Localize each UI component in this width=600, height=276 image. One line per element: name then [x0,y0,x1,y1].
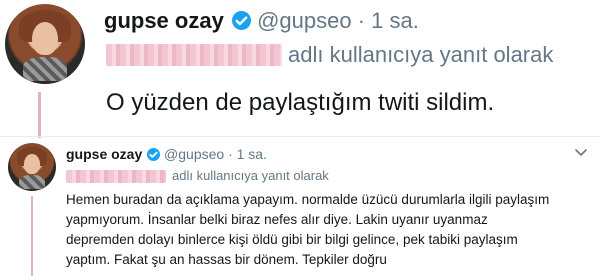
timestamp[interactable]: · 1 sa. [358,8,419,33]
timestamp[interactable]: · 1 sa. [228,146,267,162]
censored-username [66,170,166,183]
reply-context: adlı kullanıcıya yanıt olarak [172,168,329,183]
avatar[interactable] [8,143,56,191]
tweet-body: Hemen buradan da açıklama yapayım. norma… [66,190,549,270]
tweet-header: gupse ozay @gupseo · 1 sa. [66,144,267,164]
display-name[interactable]: gupse ozay [66,146,142,162]
reply-context: adlı kullanıcıya yanıt olarak [288,42,554,67]
tweet-text: O yüzden de paylaştığım twiti sildim. [106,89,495,116]
divider [0,136,600,137]
thread-line [31,196,33,276]
tweet-line: yapmıyorum. İnsanlar belki biraz nefes a… [66,212,488,227]
display-name[interactable]: gupse ozay [104,8,224,33]
user-handle[interactable]: @gupseo [257,8,352,33]
tweet-line: depremden dolayı binlerce kişi öldü gibi… [66,232,518,247]
verified-badge-icon [231,11,251,30]
tweet-line: Hemen buradan da açıklama yapayım. norma… [66,192,550,207]
avatar[interactable] [5,4,85,84]
user-handle[interactable]: @gupseo [164,146,224,162]
tweet-line: yaptım. Fakat şu an hassas bir dönem. Te… [66,252,387,267]
thread-line [38,92,41,138]
chevron-down-icon[interactable] [574,146,588,158]
verified-badge-icon [147,148,161,161]
tweet-header: gupse ozay @gupseo · 1 sa. [104,6,419,36]
censored-username [106,44,282,66]
